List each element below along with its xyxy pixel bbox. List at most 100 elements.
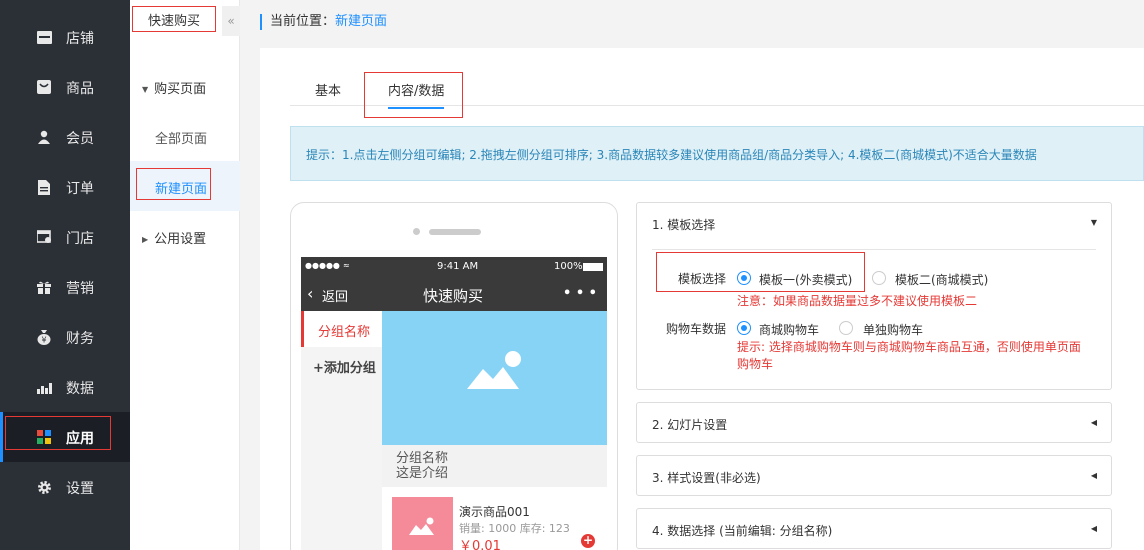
cart-option-2[interactable]: 单独购物车 bbox=[863, 321, 923, 338]
slide-section[interactable]: 2. 幻灯片设置 ◀ bbox=[636, 402, 1112, 443]
group-info: 分组名称 这是介绍 bbox=[382, 445, 607, 487]
nav-item-data[interactable]: 数据 bbox=[0, 362, 130, 412]
product-thumbnail bbox=[392, 497, 453, 550]
nav-label: 数据 bbox=[66, 381, 94, 397]
battery-icon bbox=[583, 263, 603, 271]
subnav-link-all-pages[interactable]: 全部页面 bbox=[155, 128, 207, 147]
main-nav: 店铺 商品 会员 订单 门店 营销 ¥ 财务 数据 应用 设置 bbox=[0, 0, 130, 550]
subnav-title: 快速购买 bbox=[132, 6, 216, 32]
status-time: 9:41 AM bbox=[437, 261, 479, 272]
member-icon bbox=[36, 129, 52, 145]
nav-label: 商品 bbox=[66, 81, 94, 97]
product-item[interactable]: 演示商品001 销量: 1000 库存: 123 ￥0.01 + bbox=[382, 487, 607, 550]
sub-nav: 快速购买 « ▼ 购买页面 全部页面 新建页面 ▶ 公用设置 bbox=[130, 0, 240, 550]
status-bar: ●●●●● ≈ 9:41 AM 100% bbox=[301, 257, 607, 277]
caret-down-icon[interactable]: ▼ bbox=[1091, 218, 1097, 227]
nav-item-settings[interactable]: 设置 bbox=[0, 462, 130, 512]
image-placeholder-icon bbox=[409, 517, 434, 535]
signal-icon: ●●●●● bbox=[305, 261, 340, 270]
subnav-group-purchase-pages[interactable]: ▼ 购买页面 bbox=[142, 78, 206, 97]
camera-dot bbox=[413, 228, 420, 235]
goods-icon bbox=[36, 79, 52, 95]
template-option-2[interactable]: 模板二(商城模式) bbox=[895, 271, 988, 288]
nav-label: 会员 bbox=[66, 131, 94, 147]
speaker-bar bbox=[429, 229, 481, 235]
more-icon[interactable]: • • • bbox=[563, 286, 597, 301]
caret-left-icon[interactable]: ◀ bbox=[1091, 524, 1097, 533]
gear-icon bbox=[36, 479, 52, 495]
battery-text: 100% bbox=[554, 261, 583, 272]
cart-label: 购物车数据 bbox=[666, 322, 727, 336]
nav-item-member[interactable]: 会员 bbox=[0, 112, 130, 162]
chevron-left-icon[interactable]: ‹ bbox=[307, 284, 313, 303]
phone-preview: ●●●●● ≈ 9:41 AM 100% ‹ 返回 快速购买 • • • 分组名… bbox=[290, 202, 618, 550]
order-icon bbox=[36, 179, 52, 195]
phone-title: 快速购买 bbox=[423, 287, 484, 305]
highlight-box bbox=[136, 168, 211, 200]
group-desc: 这是介绍 bbox=[396, 466, 449, 481]
money-bag-icon: ¥ bbox=[36, 329, 52, 345]
nav-label: 设置 bbox=[66, 481, 94, 497]
data-section[interactable]: 4. 数据选择 (当前编辑: 分组名称) ◀ bbox=[636, 508, 1112, 549]
subnav-group-common-settings[interactable]: ▶ 公用设置 bbox=[142, 228, 206, 247]
caret-left-icon[interactable]: ◀ bbox=[1091, 471, 1097, 480]
highlight-box bbox=[5, 416, 111, 450]
shop-icon bbox=[36, 229, 52, 245]
store-icon bbox=[36, 29, 52, 45]
nav-label: 门店 bbox=[66, 231, 94, 247]
banner-image[interactable] bbox=[382, 311, 607, 445]
section-title[interactable]: 1. 模板选择 bbox=[652, 216, 715, 233]
subnav-group-label: 购买页面 bbox=[154, 82, 207, 97]
template-note: 注意：如果商品数据量过多不建议使用模板二 bbox=[737, 294, 978, 308]
wifi-icon: ≈ bbox=[343, 261, 350, 270]
nav-item-finance[interactable]: ¥ 财务 bbox=[0, 312, 130, 362]
cart-radio-1[interactable] bbox=[737, 321, 751, 335]
category-item[interactable]: 分组名称 bbox=[301, 311, 382, 347]
gift-icon bbox=[36, 279, 52, 295]
caret-down-icon: ▼ bbox=[142, 85, 149, 94]
caret-right-icon: ▶ bbox=[142, 235, 149, 244]
cart-note-line2: 购物车 bbox=[737, 357, 774, 371]
breadcrumb-current[interactable]: 新建页面 bbox=[335, 14, 387, 29]
nav-label: 订单 bbox=[66, 181, 94, 197]
category-column: 分组名称 +添加分组 bbox=[301, 311, 382, 550]
product-name: 演示商品001 bbox=[459, 505, 530, 519]
phone-screen: ●●●●● ≈ 9:41 AM 100% ‹ 返回 快速购买 • • • 分组名… bbox=[301, 257, 607, 550]
highlight-box bbox=[364, 72, 463, 118]
cart-radio-2[interactable] bbox=[839, 321, 853, 335]
template-section: 1. 模板选择 ▼ 模板选择 模板一(外卖模式) 模板二(商城模式) 注意：如果… bbox=[636, 202, 1112, 390]
breadcrumb: 当前位置：新建页面 bbox=[260, 14, 387, 30]
tip-banner: 提示：1.点击左侧分组可编辑; 2.拖拽左侧分组可排序; 3.商品数据较多建议使… bbox=[290, 126, 1144, 181]
style-section[interactable]: 3. 样式设置(非必选) ◀ bbox=[636, 455, 1112, 496]
tab-basic[interactable]: 基本 bbox=[315, 80, 341, 99]
subnav-group-label: 公用设置 bbox=[154, 232, 207, 247]
cart-note-line1: 提示: 选择商城购物车则与商城购物车商品互通，否则使用单页面 bbox=[737, 340, 1081, 354]
nav-label: 店铺 bbox=[66, 31, 94, 47]
nav-item-marketing[interactable]: 营销 bbox=[0, 262, 130, 312]
add-to-cart-button[interactable]: + bbox=[581, 534, 595, 548]
nav-label: 营销 bbox=[66, 281, 94, 297]
product-price: ￥0.01 bbox=[459, 539, 501, 550]
section-title[interactable]: 4. 数据选择 (当前编辑: 分组名称) bbox=[652, 522, 832, 539]
chart-icon bbox=[36, 379, 52, 395]
nav-item-goods[interactable]: 商品 bbox=[0, 62, 130, 112]
image-placeholder-icon bbox=[467, 351, 521, 389]
template-radio-2[interactable] bbox=[872, 271, 886, 285]
breadcrumb-prefix: 当前位置： bbox=[270, 14, 336, 29]
nav-item-store[interactable]: 店铺 bbox=[0, 12, 130, 62]
collapse-icon[interactable]: « bbox=[222, 6, 240, 36]
nav-item-shop[interactable]: 门店 bbox=[0, 212, 130, 262]
cart-option-1[interactable]: 商城购物车 bbox=[759, 321, 819, 338]
highlight-box bbox=[656, 252, 865, 292]
caret-left-icon[interactable]: ◀ bbox=[1091, 418, 1097, 427]
nav-label: 财务 bbox=[66, 331, 94, 347]
phone-title-bar: ‹ 返回 快速购买 • • • bbox=[301, 277, 607, 311]
nav-item-order[interactable]: 订单 bbox=[0, 162, 130, 212]
product-stats: 销量: 1000 库存: 123 bbox=[459, 522, 570, 535]
add-group-button[interactable]: +添加分组 bbox=[313, 357, 376, 376]
group-name: 分组名称 bbox=[396, 451, 449, 466]
svg-text:¥: ¥ bbox=[41, 335, 46, 344]
back-button[interactable]: 返回 bbox=[322, 286, 348, 305]
section-title[interactable]: 3. 样式设置(非必选) bbox=[652, 469, 761, 486]
section-title[interactable]: 2. 幻灯片设置 bbox=[652, 416, 727, 433]
